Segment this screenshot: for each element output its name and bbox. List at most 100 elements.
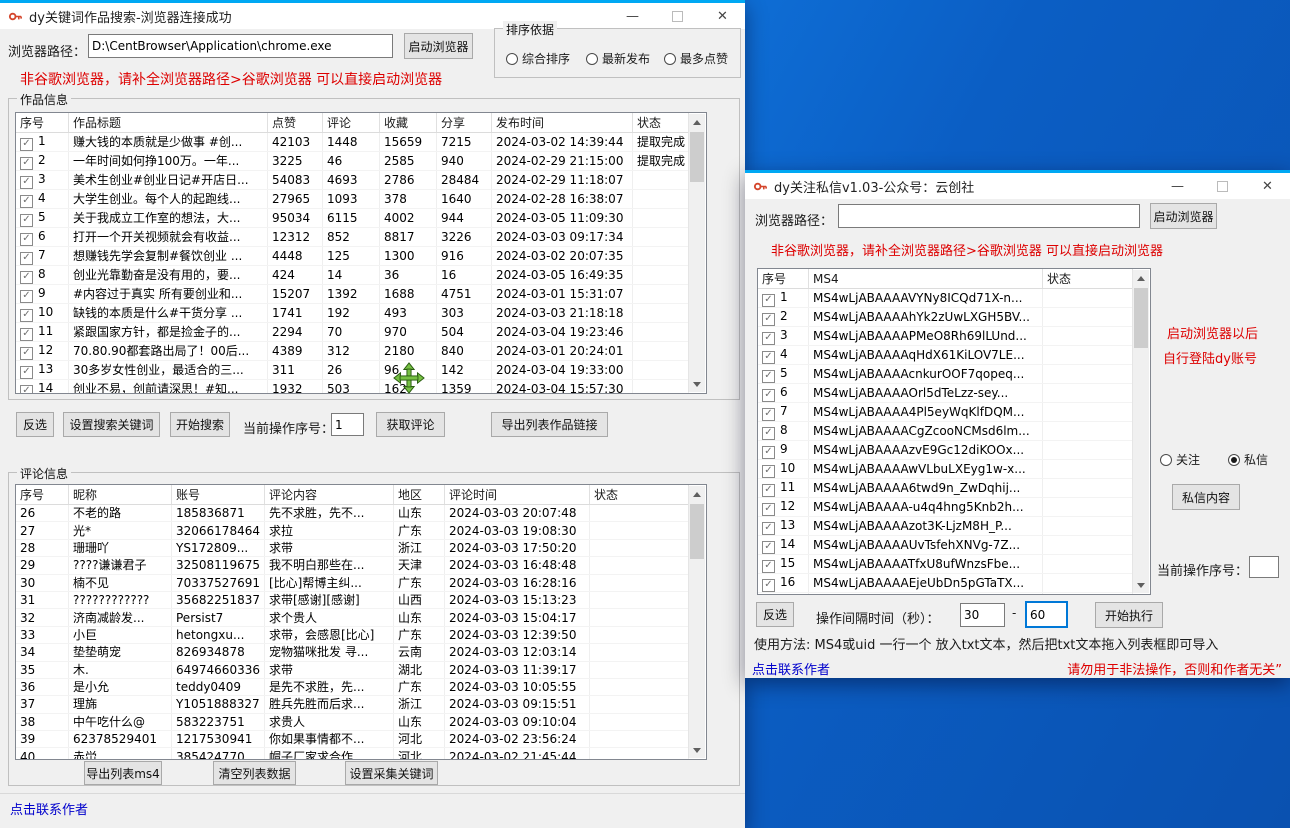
table-row[interactable]: ✓10MS4wLjABAAAAwVLbuLXEyg1w-x... [758,460,1133,479]
row-checkbox[interactable]: ✓ [762,370,775,383]
table-row[interactable]: ✓7想赚钱先学会复制#餐饮创业 ...444812513009162024-03… [16,247,689,266]
column-header[interactable]: 状态 [633,113,689,133]
works-listview[interactable]: 序号作品标题点赞评论收藏分享发布时间状态 ✓1赚大钱的本质就是少做事 #创...… [15,112,707,394]
row-checkbox[interactable]: ✓ [762,579,775,592]
table-row[interactable]: ✓11紧跟国家方针，都是捡金子的...2294709705042024-03-0… [16,323,689,342]
table-row[interactable]: ✓8MS4wLjABAAAACgZcooNCMsd6lm... [758,422,1133,441]
radio-icon[interactable] [664,53,676,65]
row-checkbox[interactable]: ✓ [20,271,33,284]
table-row[interactable]: ✓17MS4wLjABAAAAVxBzHL74LkTtrE... [758,593,1133,596]
table-row[interactable]: 28珊珊吖YS172809...求带浙江2024-03-03 17:50:20 [16,539,689,556]
browser-path-input[interactable] [838,204,1140,228]
radio-icon[interactable] [1160,454,1172,466]
column-header[interactable]: 昵称 [69,485,172,505]
table-row[interactable]: ✓13MS4wLjABAAAAzot3K-LjzM8H_P... [758,517,1133,536]
table-row[interactable]: 35木.64974660336求带湖北2024-03-03 11:39:17 [16,661,689,678]
radio-sort-newest[interactable]: 最新发布 [586,50,650,67]
table-row[interactable]: ✓4大学生创业。每个人的起跑线...27965109337816402024-0… [16,190,689,209]
works-scrollbar[interactable] [688,114,705,392]
row-checkbox[interactable]: ✓ [20,157,33,170]
table-row[interactable]: ✓16MS4wLjABAAAAEjeUbDn5pGTaTX... [758,574,1133,593]
radio-icon[interactable] [506,53,518,65]
table-row[interactable]: 26不老的路185836871先不求胜，先不...山东2024-03-03 20… [16,505,689,522]
column-header[interactable]: 收藏 [380,113,437,133]
set-search-keywords-button[interactable]: 设置搜索关键词 [63,412,160,437]
table-row[interactable]: ✓1330多岁女性创业，最适合的三...31126961422024-03-04… [16,361,689,380]
column-header[interactable]: 账号 [172,485,265,505]
column-header[interactable]: 状态 [590,485,689,505]
table-row[interactable]: ✓7MS4wLjABAAAA4Pl5eyWqKlfDQM... [758,403,1133,422]
column-header[interactable]: 作品标题 [69,113,268,133]
table-row[interactable]: 40赤峃385424770帽子厂家求合作河北2024-03-02 21:45:4… [16,748,689,760]
set-collect-keywords-button[interactable]: 设置采集关键词 [345,761,438,785]
launch-browser-button[interactable]: 启动浏览器 [404,33,473,59]
minimize-button[interactable]: — [1155,173,1200,199]
table-row[interactable]: ✓14创业不易，创前请深思！#知...193250316213592024-03… [16,380,689,395]
row-checkbox[interactable]: ✓ [762,408,775,421]
row-checkbox[interactable]: ✓ [20,252,33,265]
table-row[interactable]: 29????谦谦君子32508119675我不明白那些在...天津2024-03… [16,557,689,574]
row-checkbox[interactable]: ✓ [20,195,33,208]
invert-selection-button[interactable]: 反选 [16,412,54,437]
scrollbar-thumb[interactable] [690,504,704,559]
row-checkbox[interactable]: ✓ [762,351,775,364]
maximize-button[interactable] [655,3,700,29]
scroll-down-icon[interactable] [689,742,705,758]
row-checkbox[interactable]: ✓ [20,328,33,341]
table-row[interactable]: ✓1赚大钱的本质就是少做事 #创...421031448156597215202… [16,133,689,152]
column-header[interactable]: MS4 [809,269,1043,289]
table-row[interactable]: ✓3美术生创业#创业日记#开店日...540834693278628484202… [16,171,689,190]
interval-min-input[interactable] [960,603,1005,627]
column-header[interactable]: 点赞 [268,113,323,133]
row-checkbox[interactable]: ✓ [762,427,775,440]
ms4-listview[interactable]: 序号MS4状态 ✓1MS4wLjABAAAAVYNy8ICQd71X-n...✓… [757,268,1151,595]
start-execute-button[interactable]: 开始执行 [1095,602,1163,628]
table-row[interactable]: ✓3MS4wLjABAAAAPMeO8Rh69lLUnd... [758,327,1133,346]
scroll-down-icon[interactable] [1133,577,1149,593]
row-checkbox[interactable]: ✓ [20,176,33,189]
dm-content-button[interactable]: 私信内容 [1172,484,1240,510]
current-index-input[interactable] [1249,556,1279,578]
export-ms4-button[interactable]: 导出列表ms4 [84,761,162,785]
scroll-up-icon[interactable] [689,114,705,130]
row-checkbox[interactable]: ✓ [762,389,775,402]
radio-sort-most-liked[interactable]: 最多点赞 [664,50,728,67]
column-header[interactable]: 地区 [394,485,445,505]
scrollbar-thumb[interactable] [690,132,704,182]
row-checkbox[interactable]: ✓ [20,309,33,322]
row-checkbox[interactable]: ✓ [762,294,775,307]
clear-list-button[interactable]: 清空列表数据 [213,761,296,785]
column-header[interactable]: 分享 [437,113,492,133]
row-checkbox[interactable]: ✓ [762,522,775,535]
contact-author-link[interactable]: 点击联系作者 [10,799,88,818]
ms4-scrollbar[interactable] [1132,270,1149,593]
row-checkbox[interactable]: ✓ [20,385,33,394]
browser-path-input[interactable] [88,34,393,58]
scroll-up-icon[interactable] [689,486,705,502]
current-index-input[interactable] [331,413,364,436]
table-row[interactable]: 32济南减龄发...Persist7求个贵人山东2024-03-03 15:04… [16,609,689,626]
radio-dm[interactable]: 私信 [1228,451,1268,468]
interval-max-input[interactable] [1025,601,1068,628]
scroll-down-icon[interactable] [689,376,705,392]
row-checkbox[interactable]: ✓ [762,332,775,345]
table-row[interactable]: ✓15MS4wLjABAAAATfxU8ufWnzsFbe... [758,555,1133,574]
table-row[interactable]: ✓9#内容过于真实 所有要创业和...152071392168847512024… [16,285,689,304]
radio-sort-composite[interactable]: 综合排序 [506,50,570,67]
table-row[interactable]: 27光*32066178464求拉广东2024-03-03 19:08:30 [16,522,689,539]
radio-icon[interactable] [586,53,598,65]
table-row[interactable]: ✓6打开一个开关视频就会有收益...12312852881732262024-0… [16,228,689,247]
start-search-button[interactable]: 开始搜索 [170,412,230,437]
table-row[interactable]: ✓8创业光靠勤奋是没有用的，要...4241436162024-03-05 16… [16,266,689,285]
get-comments-button[interactable]: 获取评论 [376,412,445,437]
table-row[interactable]: 33小巨hetongxu...求带，会感恩[比心]广东2024-03-03 12… [16,626,689,643]
radio-follow[interactable]: 关注 [1160,451,1200,468]
scroll-up-icon[interactable] [1133,270,1149,286]
comments-listview[interactable]: 序号昵称账号评论内容地区评论时间状态 26不老的路185836871先不求胜，先… [15,484,707,760]
row-checkbox[interactable]: ✓ [762,503,775,516]
row-checkbox[interactable]: ✓ [762,484,775,497]
row-checkbox[interactable]: ✓ [20,233,33,246]
titlebar[interactable]: dy关注私信v1.03-公众号：云创社 — ✕ [745,173,1290,199]
maximize-button[interactable] [1200,173,1245,199]
close-button[interactable]: ✕ [700,3,745,29]
